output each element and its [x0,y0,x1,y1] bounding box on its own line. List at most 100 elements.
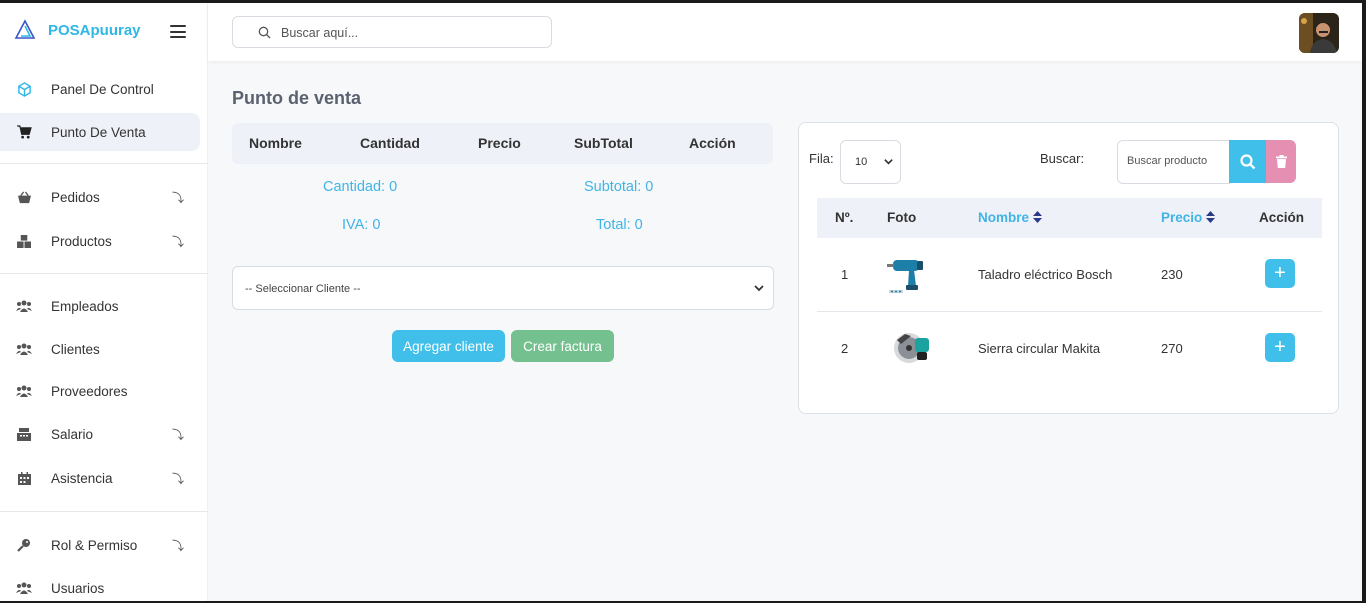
product-search-field[interactable] [1117,140,1230,184]
column-header-accion: Acción [689,135,736,151]
sidebar-item-label: Productos [51,233,112,249]
search-icon [258,26,271,39]
product-search-label: Buscar: [1040,151,1085,166]
column-header-foto: Foto [887,210,917,225]
table-row: 1 Taladro eléctrico Bosch 230 + [817,238,1322,311]
sidebar-item-proveedores[interactable]: Proveedores [0,372,200,410]
chevron-down-icon [884,159,893,165]
cart-iva: IVA: 0 [342,217,381,233]
sidebar-item-clientes[interactable]: Clientes [0,330,200,368]
clear-search-button[interactable] [1266,140,1296,183]
sidebar-item-label: Panel De Control [51,81,154,97]
sidebar-item-label: Rol & Permiso [51,537,138,553]
expand-arrow-icon: ⤵ [172,427,185,442]
plus-icon: + [1274,336,1286,358]
boxes-icon [16,233,32,249]
sidebar-item-usuarios[interactable]: Usuarios [0,569,200,603]
trash-icon [1275,155,1287,168]
cart-icon [16,124,32,140]
cash-register-icon [16,426,32,442]
brand[interactable]: POSApuuray [14,19,141,41]
client-select[interactable]: -- Seleccionar Cliente -- [232,266,774,310]
users-icon [16,298,32,314]
product-search-button[interactable] [1229,140,1266,183]
sidebar-item-label: Empleados [51,298,119,314]
expand-arrow-icon: ⤵ [172,538,185,553]
window-right-edge [1362,3,1366,603]
app-name: POSApuuray [48,21,141,39]
column-header-nombre-label: Nombre [978,210,1030,225]
sidebar-divider [0,511,208,512]
rows-per-page-label: Fila: [809,151,834,166]
cart-cantidad: Cantidad: 0 [323,179,398,195]
avatar[interactable] [1299,13,1339,53]
sidebar-item-label: Usuarios [51,580,105,596]
page-title: Punto de venta [232,88,362,108]
users-icon [16,383,32,399]
sidebar-item-label: Proveedores [51,383,128,399]
products-panel: Fila: 10 Buscar: Nº. Foto Nombre Precio … [798,122,1339,414]
sidebar-item-label: Salario [51,426,94,442]
sidebar-item-label: Asistencia [51,470,113,486]
sidebar: POSApuuray Panel De Control Punto De Ven… [0,3,208,601]
add-client-button[interactable]: Agregar cliente [392,330,505,362]
row-number: 1 [841,267,849,282]
global-search[interactable] [232,16,552,48]
products-table-header: Nº. Foto Nombre Precio Acción [817,198,1322,238]
users-icon [16,341,32,357]
column-header-precio: Precio [478,135,521,151]
row-number: 2 [841,341,849,356]
sidebar-item-empleados[interactable]: Empleados [0,287,200,325]
logo-icon [14,19,36,39]
sidebar-item-label: Punto De Venta [51,124,146,140]
sidebar-item-panel-de-control[interactable]: Panel De Control [0,70,200,108]
column-header-accion: Acción [1259,210,1305,225]
expand-arrow-icon: ⤵ [172,471,185,486]
add-to-cart-button[interactable]: + [1265,259,1295,288]
basket-icon [16,189,32,205]
sidebar-item-rol-permiso[interactable]: Rol & Permiso ⤵ [0,526,200,564]
expand-arrow-icon: ⤵ [172,234,185,249]
cart-total: Total: 0 [596,217,643,233]
rows-per-page-select[interactable]: 10 [840,140,901,184]
sidebar-item-label: Clientes [51,341,100,357]
sidebar-item-asistencia[interactable]: Asistencia ⤵ [0,459,200,497]
product-photo-drill [887,260,923,293]
column-header-nombre-sortable[interactable]: Nombre [978,210,1042,225]
column-header-num: Nº. [835,210,854,225]
product-name: Taladro eléctrico Bosch [978,267,1113,282]
rows-per-page-value: 10 [855,156,868,168]
column-header-nombre: Nombre [249,135,302,151]
product-price: 270 [1161,341,1183,356]
product-search-input[interactable] [1127,155,1227,167]
sort-icon [1032,211,1042,223]
sidebar-item-label: Pedidos [51,189,100,205]
global-search-input[interactable] [281,23,541,43]
product-name: Sierra circular Makita [978,341,1101,356]
column-header-subtotal: SubTotal [574,135,633,151]
menu-toggle-icon[interactable] [170,25,186,38]
create-invoice-button[interactable]: Crear factura [511,330,614,362]
product-price: 230 [1161,267,1183,282]
column-header-cantidad: Cantidad [360,135,420,151]
key-icon [16,537,32,553]
sidebar-divider [0,163,208,164]
add-to-cart-button[interactable]: + [1265,333,1295,362]
calendar-icon [16,470,32,486]
column-header-precio-sortable[interactable]: Precio [1161,210,1216,225]
expand-arrow-icon: ⤵ [172,190,185,205]
search-icon [1239,153,1255,169]
sidebar-item-salario[interactable]: Salario ⤵ [0,415,200,453]
cube-icon [16,81,32,97]
sidebar-divider [0,273,208,274]
sidebar-item-pedidos[interactable]: Pedidos ⤵ [0,178,200,216]
product-photo-circular-saw [894,333,929,363]
sidebar-item-punto-de-venta[interactable]: Punto De Venta [0,113,200,151]
top-header [208,3,1362,61]
users-icon [16,580,32,596]
column-header-precio-label: Precio [1161,210,1203,225]
sidebar-item-productos[interactable]: Productos ⤵ [0,222,200,260]
chevron-down-icon [754,285,764,292]
plus-icon: + [1274,262,1286,284]
cart-subtotal: Subtotal: 0 [584,179,654,195]
